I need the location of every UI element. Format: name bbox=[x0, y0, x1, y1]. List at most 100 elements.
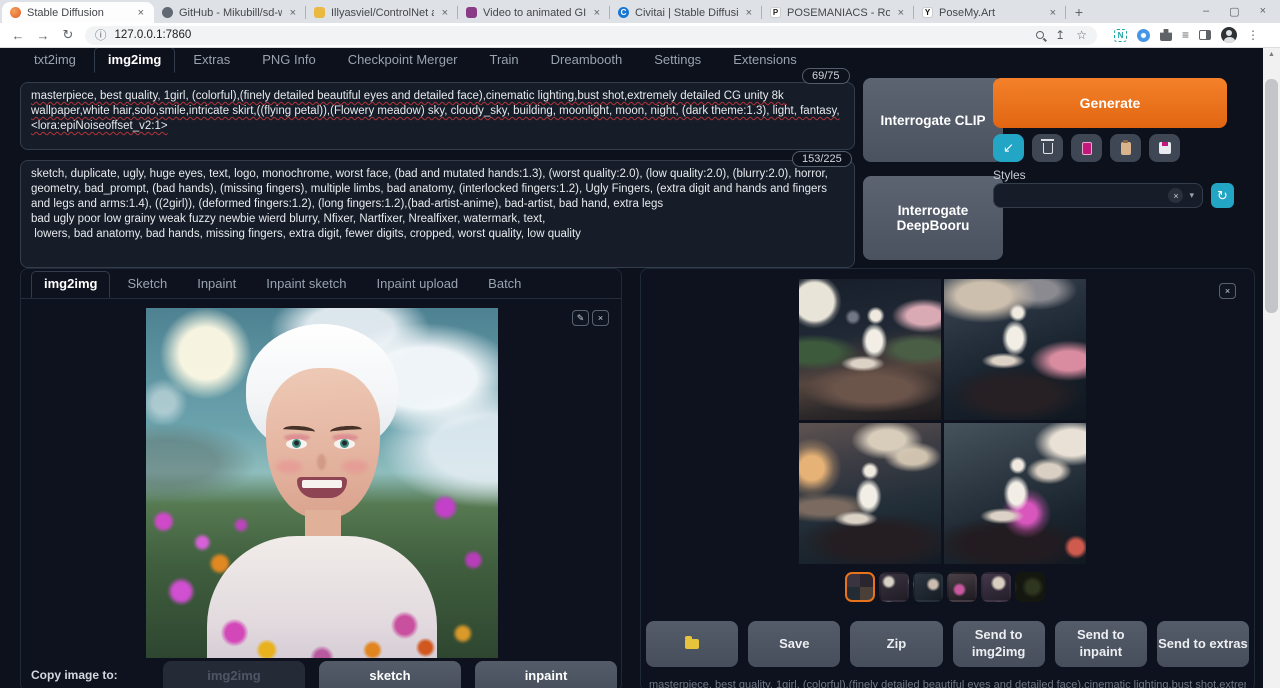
tab-extras[interactable]: Extras bbox=[179, 48, 244, 73]
save-button[interactable]: Save bbox=[748, 621, 840, 667]
tab-close-icon[interactable]: × bbox=[592, 7, 602, 19]
mode-tab-inpaint[interactable]: Inpaint bbox=[184, 271, 249, 298]
mode-tab-batch[interactable]: Batch bbox=[475, 271, 534, 298]
browser-tab-civitai[interactable]: C Civitai | Stable Diffusion model × bbox=[610, 2, 762, 23]
profile-avatar[interactable] bbox=[1221, 27, 1237, 43]
zoom-icon[interactable] bbox=[1036, 31, 1044, 39]
clear-prompt-button[interactable] bbox=[1032, 134, 1063, 162]
floppy-disk-icon bbox=[1159, 142, 1171, 154]
tab-txt2img[interactable]: txt2img bbox=[20, 48, 90, 73]
thumbnail-4[interactable] bbox=[947, 572, 977, 602]
refresh-styles-button[interactable]: ↻ bbox=[1211, 183, 1234, 208]
clear-styles-icon[interactable]: × bbox=[1168, 188, 1183, 203]
interrogate-clip-button[interactable]: Interrogate CLIP bbox=[863, 78, 1003, 162]
address-bar[interactable]: ⓘ 127.0.0.1:7860 ↥ ☆ bbox=[85, 26, 1097, 45]
tab-title: Video to animated GIF converter bbox=[483, 7, 586, 19]
thumbnail-grid-selected[interactable] bbox=[845, 572, 875, 602]
result-image-4[interactable] bbox=[944, 423, 1086, 564]
window-maximize-button[interactable]: ▢ bbox=[1229, 5, 1239, 18]
forward-button[interactable]: → bbox=[35, 28, 51, 43]
tab-close-icon[interactable]: × bbox=[288, 7, 298, 19]
close-gallery-button[interactable]: × bbox=[1219, 283, 1236, 299]
side-panel-icon[interactable] bbox=[1199, 30, 1211, 40]
browser-tab-posemyart[interactable]: Y PoseMy.Art × bbox=[914, 2, 1066, 23]
edit-image-button[interactable]: ✎ bbox=[572, 310, 589, 326]
url-text[interactable]: 127.0.0.1:7860 bbox=[115, 29, 1029, 41]
copy-to-sketch-button[interactable]: sketch bbox=[319, 661, 461, 688]
apply-style-button[interactable] bbox=[1110, 134, 1141, 162]
extra-networks-button[interactable] bbox=[1071, 134, 1102, 162]
browser-tab-stable-diffusion[interactable]: Stable Diffusion × bbox=[2, 2, 154, 23]
tab-title: POSEMANIACS - Royalty free 3 bbox=[787, 7, 890, 19]
negative-prompt-input[interactable]: sketch, duplicate, ugly, huge eyes, text… bbox=[20, 160, 855, 268]
share-icon[interactable]: ↥ bbox=[1055, 28, 1065, 42]
tab-checkpoint-merger[interactable]: Checkpoint Merger bbox=[334, 48, 472, 73]
new-tab-button[interactable]: + bbox=[1066, 4, 1092, 20]
reload-button[interactable]: ↻ bbox=[60, 27, 76, 43]
thumbnail-2[interactable] bbox=[879, 572, 909, 602]
extension-n-icon[interactable]: N bbox=[1114, 29, 1127, 42]
copy-to-inpaint-button[interactable]: inpaint bbox=[475, 661, 617, 688]
result-image-2[interactable] bbox=[944, 279, 1086, 420]
browser-tab-gif-converter[interactable]: Video to animated GIF converter × bbox=[458, 2, 610, 23]
tab-extensions[interactable]: Extensions bbox=[719, 48, 811, 73]
tab-dreambooth[interactable]: Dreambooth bbox=[537, 48, 637, 73]
window-close-button[interactable]: × bbox=[1260, 5, 1266, 18]
browser-tab-controlnet[interactable]: Illyasviel/ControlNet at main × bbox=[306, 2, 458, 23]
styles-dropdown[interactable]: × ▾ bbox=[993, 183, 1203, 208]
mode-tab-img2img[interactable]: img2img bbox=[31, 271, 110, 298]
tab-close-icon[interactable]: × bbox=[896, 7, 906, 19]
gallery-thumbnails bbox=[845, 572, 1045, 602]
back-button[interactable]: ← bbox=[10, 28, 26, 43]
remove-image-button[interactable]: × bbox=[592, 310, 609, 326]
window-controls: – ▢ × bbox=[1203, 5, 1280, 18]
thumbnail-3[interactable] bbox=[913, 572, 943, 602]
copy-image-row: Copy image to: img2img sketch inpaint bbox=[21, 661, 621, 688]
generate-button[interactable]: Generate bbox=[993, 78, 1227, 128]
clipboard-icon bbox=[1121, 142, 1131, 155]
thumbnail-5[interactable] bbox=[981, 572, 1011, 602]
prompt-tool-buttons: ↙ bbox=[993, 134, 1180, 162]
result-image-3[interactable] bbox=[799, 423, 941, 564]
gif-converter-favicon bbox=[466, 7, 477, 18]
mode-tab-sketch[interactable]: Sketch bbox=[114, 271, 180, 298]
browser-menu-icon[interactable]: ⋮ bbox=[1247, 28, 1259, 42]
tab-settings[interactable]: Settings bbox=[640, 48, 715, 73]
bookmark-star-icon[interactable]: ☆ bbox=[1076, 28, 1087, 42]
open-folder-button[interactable] bbox=[646, 621, 738, 667]
tab-png-info[interactable]: PNG Info bbox=[248, 48, 329, 73]
mode-tab-inpaint-upload[interactable]: Inpaint upload bbox=[363, 271, 471, 298]
thumbnail-6[interactable] bbox=[1015, 572, 1045, 602]
tab-close-icon[interactable]: × bbox=[1048, 7, 1058, 19]
extensions-puzzle-icon[interactable] bbox=[1160, 29, 1172, 41]
extension-blue-icon[interactable] bbox=[1137, 29, 1150, 42]
mode-tab-inpaint-sketch[interactable]: Inpaint sketch bbox=[253, 271, 359, 298]
zip-button[interactable]: Zip bbox=[850, 621, 942, 667]
send-to-extras-button[interactable]: Send to extras bbox=[1157, 621, 1249, 667]
page-scrollbar[interactable]: ▲ bbox=[1263, 48, 1280, 688]
scrollbar-up-arrow[interactable]: ▲ bbox=[1263, 48, 1280, 61]
send-to-inpaint-button[interactable]: Send to inpaint bbox=[1055, 621, 1147, 667]
site-info-icon[interactable]: ⓘ bbox=[95, 27, 107, 43]
scrollbar-thumb[interactable] bbox=[1265, 79, 1278, 313]
save-style-button[interactable] bbox=[1149, 134, 1180, 162]
pencil-icon: ✎ bbox=[577, 313, 585, 324]
source-image-portrait[interactable] bbox=[146, 308, 498, 658]
tab-close-icon[interactable]: × bbox=[744, 7, 754, 19]
results-gallery-panel: × Save Zip Send to img2img Send to inpai… bbox=[640, 268, 1255, 688]
tab-train[interactable]: Train bbox=[476, 48, 533, 73]
browser-tab-github[interactable]: GitHub - Mikubill/sd-webui-con × bbox=[154, 2, 306, 23]
tab-close-icon[interactable]: × bbox=[440, 7, 450, 19]
paste-parameters-button[interactable]: ↙ bbox=[993, 134, 1024, 162]
interrogate-deepbooru-button[interactable]: Interrogate DeepBooru bbox=[863, 176, 1003, 260]
prompt-input[interactable]: masterpiece, best quality, 1girl, (color… bbox=[20, 82, 855, 150]
browser-tab-posemaniacs[interactable]: P POSEMANIACS - Royalty free 3 × bbox=[762, 2, 914, 23]
send-to-img2img-button[interactable]: Send to img2img bbox=[953, 621, 1045, 667]
tab-close-icon[interactable]: × bbox=[136, 7, 146, 19]
trash-icon bbox=[1043, 143, 1053, 154]
tab-img2img[interactable]: img2img bbox=[94, 48, 175, 73]
window-minimize-button[interactable]: – bbox=[1203, 5, 1209, 18]
close-icon: × bbox=[598, 313, 603, 323]
media-list-icon[interactable]: ≡ bbox=[1182, 28, 1189, 42]
result-image-1[interactable] bbox=[799, 279, 941, 420]
